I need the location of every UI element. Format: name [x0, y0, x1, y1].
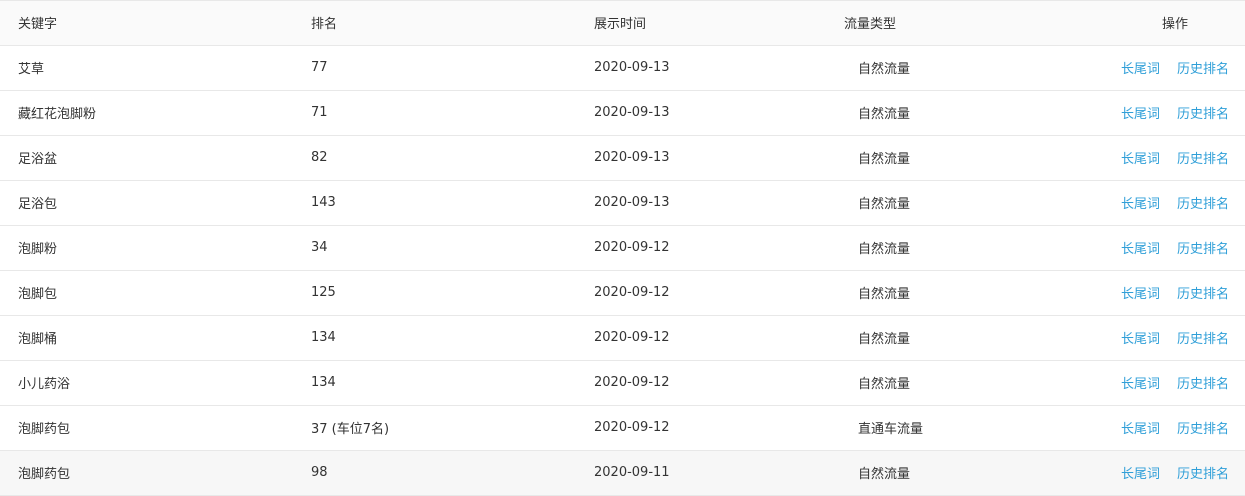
header-date: 展示时间 [594, 1, 844, 46]
cell-rank: 125 [311, 270, 594, 316]
header-rank: 排名 [311, 1, 594, 46]
cell-actions: 长尾词 历史排名 [1108, 405, 1245, 451]
cell-date: 2020-09-12 [594, 270, 844, 316]
history-rank-link[interactable]: 历史排名 [1177, 152, 1229, 167]
table-row: 泡脚粉 34 2020-09-12 自然流量 长尾词 历史排名 [0, 225, 1245, 271]
cell-traffic-type: 自然流量 [844, 450, 1108, 496]
cell-keyword: 小儿药浴 [0, 360, 311, 406]
cell-rank: 134 [311, 315, 594, 361]
table-row: 足浴包 143 2020-09-13 自然流量 长尾词 历史排名 [0, 180, 1245, 226]
cell-keyword: 泡脚包 [0, 270, 311, 316]
header-keyword: 关键字 [0, 1, 311, 46]
header-traffic-type: 流量类型 [844, 1, 1108, 46]
cell-date: 2020-09-12 [594, 315, 844, 361]
cell-actions: 长尾词 历史排名 [1108, 225, 1245, 271]
long-tail-link[interactable]: 长尾词 [1121, 332, 1160, 347]
table-row: 泡脚药包 98 2020-09-11 自然流量 长尾词 历史排名 [0, 450, 1245, 496]
table-header-row: 关键字 排名 展示时间 流量类型 操作 [0, 1, 1245, 46]
cell-rank: 71 [311, 90, 594, 136]
table-row: 足浴盆 82 2020-09-13 自然流量 长尾词 历史排名 [0, 135, 1245, 181]
long-tail-link[interactable]: 长尾词 [1121, 152, 1160, 167]
cell-traffic-type: 自然流量 [844, 90, 1108, 136]
cell-keyword: 足浴包 [0, 180, 311, 226]
long-tail-link[interactable]: 长尾词 [1121, 467, 1160, 482]
header-actions: 操作 [1108, 1, 1245, 46]
history-rank-link[interactable]: 历史排名 [1177, 377, 1229, 392]
cell-traffic-type: 自然流量 [844, 360, 1108, 406]
keyword-rank-table-container: 关键字 排名 展示时间 流量类型 操作 艾草 77 2020-09-13 自然流量 长尾… [0, 0, 1245, 496]
table-row: 泡脚包 125 2020-09-12 自然流量 长尾词 历史排名 [0, 270, 1245, 316]
cell-traffic-type: 直通车流量 [844, 405, 1108, 451]
history-rank-link[interactable]: 历史排名 [1177, 422, 1229, 437]
history-rank-link[interactable]: 历史排名 [1177, 107, 1229, 122]
cell-rank: 34 [311, 225, 594, 271]
history-rank-link[interactable]: 历史排名 [1177, 242, 1229, 257]
cell-keyword: 泡脚药包 [0, 405, 311, 451]
cell-traffic-type: 自然流量 [844, 270, 1108, 316]
cell-date: 2020-09-13 [594, 135, 844, 181]
cell-actions: 长尾词 历史排名 [1108, 45, 1245, 91]
cell-keyword: 艾草 [0, 45, 311, 91]
cell-traffic-type: 自然流量 [844, 315, 1108, 361]
long-tail-link[interactable]: 长尾词 [1121, 62, 1160, 77]
cell-rank: 98 [311, 450, 594, 496]
long-tail-link[interactable]: 长尾词 [1121, 422, 1160, 437]
long-tail-link[interactable]: 长尾词 [1121, 377, 1160, 392]
cell-date: 2020-09-13 [594, 180, 844, 226]
cell-actions: 长尾词 历史排名 [1108, 90, 1245, 136]
cell-date: 2020-09-13 [594, 45, 844, 91]
cell-rank: 143 [311, 180, 594, 226]
cell-date: 2020-09-12 [594, 405, 844, 451]
cell-keyword: 足浴盆 [0, 135, 311, 181]
keyword-rank-table: 关键字 排名 展示时间 流量类型 操作 艾草 77 2020-09-13 自然流量 长尾… [0, 1, 1245, 496]
cell-actions: 长尾词 历史排名 [1108, 135, 1245, 181]
long-tail-link[interactable]: 长尾词 [1121, 287, 1160, 302]
cell-actions: 长尾词 历史排名 [1108, 450, 1245, 496]
cell-traffic-type: 自然流量 [844, 225, 1108, 271]
table-row: 泡脚药包 37 (车位7名) 2020-09-12 直通车流量 长尾词 历史排名 [0, 405, 1245, 451]
history-rank-link[interactable]: 历史排名 [1177, 62, 1229, 77]
cell-date: 2020-09-12 [594, 360, 844, 406]
table-body: 艾草 77 2020-09-13 自然流量 长尾词 历史排名 藏红花泡脚粉 71 2020-09… [0, 45, 1245, 496]
cell-traffic-type: 自然流量 [844, 135, 1108, 181]
cell-actions: 长尾词 历史排名 [1108, 315, 1245, 361]
history-rank-link[interactable]: 历史排名 [1177, 332, 1229, 347]
cell-traffic-type: 自然流量 [844, 45, 1108, 91]
cell-keyword: 泡脚桶 [0, 315, 311, 361]
cell-keyword: 泡脚药包 [0, 450, 311, 496]
table-row: 小儿药浴 134 2020-09-12 自然流量 长尾词 历史排名 [0, 360, 1245, 406]
history-rank-link[interactable]: 历史排名 [1177, 197, 1229, 212]
table-row: 艾草 77 2020-09-13 自然流量 长尾词 历史排名 [0, 45, 1245, 91]
table-header: 关键字 排名 展示时间 流量类型 操作 [0, 1, 1245, 46]
history-rank-link[interactable]: 历史排名 [1177, 287, 1229, 302]
cell-actions: 长尾词 历史排名 [1108, 360, 1245, 406]
cell-date: 2020-09-13 [594, 90, 844, 136]
long-tail-link[interactable]: 长尾词 [1121, 197, 1160, 212]
cell-actions: 长尾词 历史排名 [1108, 180, 1245, 226]
table-row: 泡脚桶 134 2020-09-12 自然流量 长尾词 历史排名 [0, 315, 1245, 361]
cell-rank: 134 [311, 360, 594, 406]
cell-date: 2020-09-12 [594, 225, 844, 271]
cell-rank: 82 [311, 135, 594, 181]
table-row: 藏红花泡脚粉 71 2020-09-13 自然流量 长尾词 历史排名 [0, 90, 1245, 136]
history-rank-link[interactable]: 历史排名 [1177, 467, 1229, 482]
cell-keyword: 藏红花泡脚粉 [0, 90, 311, 136]
long-tail-link[interactable]: 长尾词 [1121, 242, 1160, 257]
cell-actions: 长尾词 历史排名 [1108, 270, 1245, 316]
cell-rank: 37 (车位7名) [311, 405, 594, 451]
long-tail-link[interactable]: 长尾词 [1121, 107, 1160, 122]
cell-rank: 77 [311, 45, 594, 91]
cell-date: 2020-09-11 [594, 450, 844, 496]
cell-keyword: 泡脚粉 [0, 225, 311, 271]
cell-traffic-type: 自然流量 [844, 180, 1108, 226]
